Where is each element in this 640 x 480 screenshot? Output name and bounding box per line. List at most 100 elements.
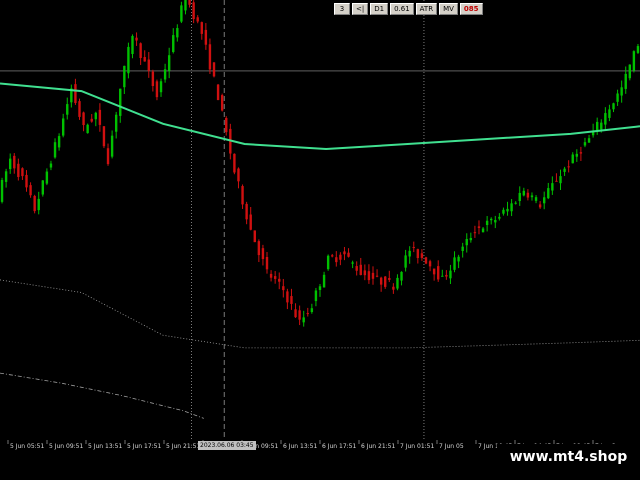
- toolbar-button-1[interactable]: <|: [352, 3, 369, 15]
- candle-body: [306, 313, 309, 315]
- candle-body: [106, 148, 110, 165]
- candle-body: [135, 37, 138, 41]
- candle-body: [331, 255, 334, 257]
- candle-body: [575, 153, 579, 157]
- toolbar-button-2[interactable]: D1: [370, 3, 389, 15]
- candle-body: [518, 192, 521, 202]
- candle-body: [237, 168, 240, 182]
- candle-body: [543, 197, 546, 204]
- toolbar-button-5[interactable]: MV: [439, 3, 458, 15]
- toolbar-button-0[interactable]: 3: [334, 3, 350, 15]
- candle-body: [608, 109, 611, 118]
- candle-body: [477, 226, 481, 228]
- candle-body: [424, 257, 428, 264]
- candle-body: [445, 274, 448, 277]
- candle-body: [53, 142, 57, 158]
- price-chart[interactable]: 5 Jun 05:51 5 Jun 09:51 5 Jun 13:51 5 Jun 1…: [0, 0, 640, 480]
- time-label: 6 Jun 21:51: [361, 443, 395, 450]
- candle-body: [37, 198, 40, 211]
- candle-body: [188, 0, 191, 5]
- candle-body: [17, 163, 20, 177]
- candle-body: [167, 55, 171, 71]
- candle-body: [465, 238, 468, 246]
- candle-body: [335, 257, 338, 263]
- candle-body: [61, 118, 65, 136]
- candle-body: [57, 136, 61, 148]
- candle-body: [473, 232, 477, 234]
- candle-body: [514, 202, 517, 204]
- candle-body: [375, 275, 379, 277]
- candle-body: [343, 251, 346, 255]
- candle-body: [147, 59, 150, 71]
- candle-body: [131, 35, 134, 54]
- candle-body: [249, 214, 252, 230]
- candle-body: [90, 118, 93, 122]
- candle-body: [367, 271, 371, 281]
- time-label: 5 Jun 09:51: [49, 443, 83, 450]
- candle-body: [314, 290, 318, 302]
- candle-body: [45, 171, 49, 184]
- candle-layer: [0, 0, 640, 327]
- candle-body: [604, 113, 607, 125]
- toolbar-button-6[interactable]: 085: [459, 3, 483, 15]
- candle-body: [143, 57, 146, 62]
- time-label: 5 Jun 13:51: [88, 443, 122, 450]
- candle-body: [29, 185, 32, 196]
- candle-body: [225, 117, 228, 133]
- candle-body: [498, 216, 501, 219]
- candle-body: [241, 186, 244, 205]
- candle-body: [388, 277, 391, 280]
- candle-body: [180, 5, 183, 22]
- candle-body: [33, 195, 36, 212]
- candle-body: [159, 81, 163, 93]
- toolbar-button-3[interactable]: 0.61: [390, 3, 414, 15]
- candle-body: [339, 254, 342, 260]
- candle-body: [257, 241, 261, 256]
- candle-body: [522, 190, 526, 196]
- candle-body: [567, 166, 570, 168]
- candle-body: [420, 253, 424, 258]
- candle-body: [13, 155, 16, 169]
- time-label: 5 Jun 05:51: [10, 443, 44, 450]
- candle-body: [41, 180, 45, 195]
- candle-body: [196, 17, 199, 22]
- candle-body: [437, 266, 440, 280]
- candle-body: [526, 192, 530, 198]
- candle-body: [245, 203, 248, 220]
- candle-body: [253, 230, 256, 243]
- candle-body: [110, 135, 114, 157]
- candle-body: [494, 220, 497, 223]
- candle-body: [408, 250, 411, 257]
- toolbar-button-4[interactable]: ATR: [415, 3, 438, 15]
- candle-body: [326, 255, 330, 270]
- time-label: 6 Jun 13:51: [283, 443, 317, 450]
- candle-body: [127, 46, 130, 74]
- grid-layer: [0, 0, 640, 440]
- candle-body: [490, 218, 493, 221]
- candle-body: [294, 309, 297, 318]
- candle-body: [469, 238, 473, 241]
- candle-body: [82, 112, 85, 126]
- candle-body: [114, 114, 118, 132]
- candle-body: [538, 204, 542, 208]
- candle-body: [432, 268, 436, 275]
- candle-body: [384, 276, 387, 287]
- candle-body: [66, 104, 69, 115]
- candle-body: [579, 152, 583, 154]
- candle-body: [208, 44, 212, 70]
- chart-toolbar: 3 <| D1 0.61 ATR MV 085: [334, 3, 483, 15]
- candle-body: [351, 262, 354, 264]
- candle-body: [318, 286, 322, 290]
- candle-body: [636, 46, 640, 53]
- candle-body: [355, 266, 358, 271]
- candle-body: [600, 122, 603, 130]
- candle-body: [322, 274, 326, 288]
- candle-body: [102, 126, 106, 147]
- candle-body: [506, 208, 509, 212]
- time-label: 5 Jun 17:51: [127, 443, 161, 450]
- candle-body: [310, 308, 314, 313]
- candle-body: [265, 256, 269, 270]
- candle-body: [461, 246, 464, 252]
- candle-body: [551, 183, 554, 191]
- candle-body: [379, 277, 383, 285]
